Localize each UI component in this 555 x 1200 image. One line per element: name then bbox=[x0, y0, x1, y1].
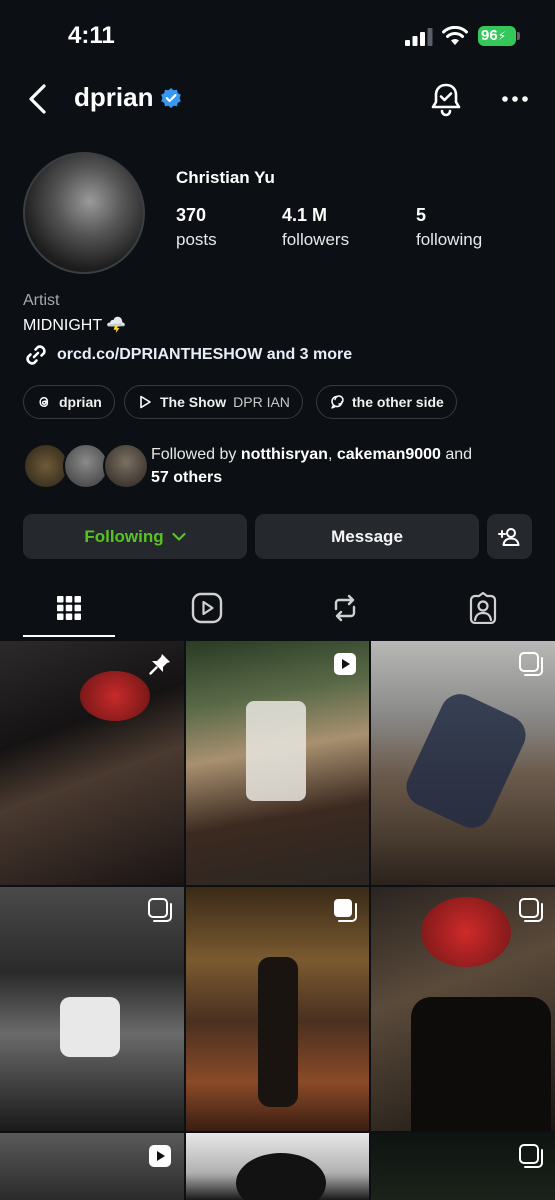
profile-category: Artist bbox=[23, 292, 60, 309]
chip-threads-label: dprian bbox=[59, 394, 102, 410]
following-value: 5 bbox=[416, 205, 427, 225]
reels-icon bbox=[191, 592, 223, 624]
message-button[interactable]: Message bbox=[255, 514, 479, 559]
post-tile[interactable] bbox=[371, 641, 555, 885]
post-tile[interactable] bbox=[186, 887, 369, 1131]
reel-icon bbox=[334, 653, 356, 675]
followers-count[interactable]: 4.1 M followers bbox=[282, 205, 349, 250]
mutual-user-1[interactable]: notthisryan bbox=[241, 446, 328, 463]
post-image-detail bbox=[80, 671, 150, 721]
battery-level: 96 bbox=[481, 27, 498, 44]
tab-tagged[interactable] bbox=[437, 578, 529, 638]
mutual-others[interactable]: 57 others bbox=[151, 469, 222, 486]
following-label: following bbox=[416, 230, 483, 249]
profile-tabs bbox=[0, 578, 555, 640]
back-arrow-icon[interactable] bbox=[24, 82, 52, 116]
mutual-and: and bbox=[440, 446, 473, 463]
post-tile[interactable] bbox=[0, 1133, 184, 1200]
post-image-detail bbox=[258, 957, 298, 1107]
carousel-icon bbox=[519, 1144, 543, 1168]
post-image-detail bbox=[60, 997, 120, 1057]
chevron-down-icon bbox=[172, 532, 186, 541]
repost-icon bbox=[334, 594, 356, 622]
message-button-label: Message bbox=[331, 526, 403, 546]
post-image-detail bbox=[411, 997, 551, 1131]
add-person-icon bbox=[497, 527, 519, 546]
post-tile[interactable] bbox=[371, 887, 555, 1131]
tagged-person-icon bbox=[469, 592, 497, 624]
chip-music-artist: DPR IAN bbox=[233, 394, 290, 410]
notifications-bell-icon[interactable] bbox=[428, 80, 464, 118]
following-button[interactable]: Following bbox=[23, 514, 247, 559]
followers-value: 4.1 M bbox=[282, 205, 328, 225]
verified-badge-icon bbox=[161, 88, 181, 108]
following-count[interactable]: 5 following bbox=[416, 205, 482, 250]
following-button-label: Following bbox=[84, 526, 164, 546]
mutual-followers[interactable]: Followed by notthisryan, cakeman9000 and… bbox=[23, 441, 543, 491]
mutual-separator: , bbox=[327, 446, 337, 463]
tab-posts[interactable] bbox=[23, 578, 115, 638]
post-tile[interactable] bbox=[186, 641, 369, 885]
post-tile[interactable] bbox=[0, 887, 184, 1131]
post-image-detail bbox=[246, 701, 306, 801]
link-icon bbox=[26, 345, 46, 365]
profile-username: dprian bbox=[74, 82, 154, 112]
carousel-icon bbox=[519, 652, 543, 676]
broadcast-channel-icon bbox=[331, 395, 344, 409]
profile-full-name: Christian Yu bbox=[176, 168, 275, 187]
status-time: 4:11 bbox=[68, 22, 115, 49]
post-image-detail bbox=[421, 897, 511, 967]
status-bar: 4:11 96⚡ bbox=[0, 0, 555, 72]
profile-link-text: orcd.co/DPRIANTHESHOW and 3 more bbox=[57, 346, 353, 363]
post-tile[interactable] bbox=[0, 641, 184, 885]
play-icon bbox=[140, 395, 151, 409]
post-image-detail bbox=[236, 1153, 326, 1200]
grid-icon bbox=[57, 596, 81, 620]
profile-link[interactable]: orcd.co/DPRIANTHESHOW and 3 more bbox=[23, 342, 352, 368]
carousel-icon bbox=[334, 899, 357, 922]
post-tile[interactable] bbox=[371, 1133, 555, 1200]
profile-avatar[interactable] bbox=[23, 152, 145, 274]
posts-count: 370 posts bbox=[176, 205, 217, 250]
more-options-icon[interactable] bbox=[500, 86, 530, 112]
reel-icon bbox=[149, 1145, 171, 1167]
tab-reposts[interactable] bbox=[299, 578, 391, 638]
followers-label: followers bbox=[282, 230, 350, 249]
profile-header: dprian bbox=[0, 72, 555, 128]
chip-music-title: The Show bbox=[160, 394, 227, 410]
active-tab-indicator bbox=[23, 635, 115, 637]
pin-icon bbox=[149, 654, 170, 675]
charging-icon: ⚡ bbox=[497, 29, 507, 43]
posts-grid bbox=[0, 641, 555, 1200]
chip-channel-label: the other side bbox=[352, 394, 444, 410]
tab-reels[interactable] bbox=[161, 578, 253, 638]
profile-bio: MIDNIGHT 🌩️ bbox=[23, 317, 127, 334]
battery-indicator: 96⚡ bbox=[478, 26, 516, 46]
battery-tip bbox=[517, 32, 520, 40]
chip-music[interactable]: The Show DPR IAN bbox=[124, 385, 303, 419]
threads-icon bbox=[39, 397, 49, 407]
chip-channel[interactable]: the other side bbox=[316, 385, 457, 419]
mutual-user-2[interactable]: cakeman9000 bbox=[337, 446, 441, 463]
carousel-icon bbox=[519, 898, 543, 922]
post-image-detail bbox=[399, 687, 533, 835]
post-tile[interactable] bbox=[186, 1133, 369, 1200]
carousel-icon bbox=[148, 898, 172, 922]
posts-label: posts bbox=[176, 230, 217, 249]
mutual-avatar-3 bbox=[103, 443, 149, 489]
wifi-icon bbox=[442, 26, 468, 45]
mutual-prefix: Followed by bbox=[151, 446, 241, 463]
posts-value: 370 bbox=[176, 205, 207, 225]
mutual-followers-text: Followed by notthisryan, cakeman9000 and… bbox=[151, 443, 531, 489]
suggested-users-button[interactable] bbox=[487, 514, 532, 559]
chip-threads[interactable]: dprian bbox=[23, 385, 115, 419]
signal-icon bbox=[405, 28, 433, 46]
